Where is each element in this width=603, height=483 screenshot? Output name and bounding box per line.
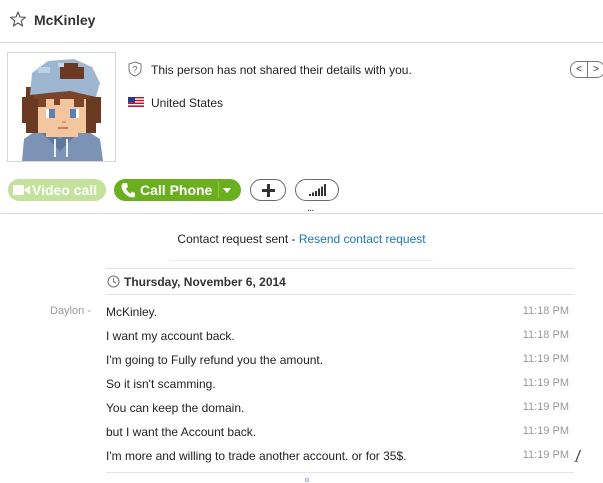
video-call-label: Video call: [32, 182, 98, 198]
message-row[interactable]: McKinley. 11:18 PM: [0, 305, 603, 329]
divider: [0, 213, 603, 214]
message-time: 11:19 PM: [522, 449, 569, 461]
add-participant-button[interactable]: [250, 179, 286, 201]
message-row[interactable]: but I want the Account back. 11:19 PM: [0, 425, 603, 449]
avatar-image: [8, 53, 115, 161]
privacy-notice: This person has not shared their details…: [151, 63, 412, 77]
plus-icon: [262, 184, 275, 197]
message-time: 11:19 PM: [522, 377, 569, 389]
star-icon[interactable]: [10, 11, 26, 27]
resend-contact-request-link[interactable]: Resend contact request: [299, 232, 426, 246]
message-text: I'm going to Fully refund you the amount…: [106, 353, 324, 367]
signal-bars-icon: [309, 184, 326, 196]
message-text: I want my account back.: [106, 329, 235, 343]
clock-icon: [107, 275, 120, 288]
video-call-button[interactable]: Video call: [8, 179, 106, 201]
message-time: 11:19 PM: [522, 425, 569, 437]
call-button-divider: [218, 182, 219, 198]
avatar[interactable]: [7, 52, 116, 162]
country-label: United States: [151, 96, 224, 110]
privacy-shield-icon: ?: [128, 61, 142, 77]
chevron-down-icon[interactable]: [223, 188, 231, 193]
message-time: 11:18 PM: [522, 305, 569, 317]
date-header: Thursday, November 6, 2014: [124, 275, 286, 289]
message-time: 11:19 PM: [522, 353, 569, 365]
phone-icon: [121, 183, 135, 198]
scroll-indicator[interactable]: [305, 478, 309, 482]
message-text: You can keep the domain.: [106, 401, 245, 415]
message-text: but I want the Account back.: [106, 425, 257, 439]
previous-arrow-button[interactable]: <: [571, 62, 588, 77]
call-phone-button[interactable]: Call Phone: [114, 179, 241, 201]
message-time: 11:19 PM: [522, 401, 569, 413]
svg-text:?: ?: [132, 65, 137, 75]
call-quality-button[interactable]: [295, 179, 339, 201]
video-camera-icon: [13, 185, 30, 195]
us-flag-icon: [128, 97, 144, 107]
divider: [106, 472, 574, 473]
message-time: 11:18 PM: [522, 329, 569, 341]
edit-pencil-icon[interactable]: [574, 449, 582, 463]
next-arrow-button[interactable]: >: [588, 62, 603, 77]
message-text: So it isn't scamming.: [106, 377, 216, 391]
divider: [170, 260, 433, 261]
profile-nav: < >: [570, 61, 603, 78]
contact-request-status: Contact request sent - Resend contact re…: [0, 232, 603, 246]
call-phone-label: Call Phone: [140, 182, 213, 198]
contact-name: McKinley: [34, 12, 96, 28]
more-options-button[interactable]: ...: [307, 203, 314, 214]
divider: [106, 294, 574, 295]
message-text: McKinley.: [106, 305, 158, 319]
message-row[interactable]: I'm more and willing to trade another ac…: [0, 449, 603, 473]
contact-request-text: Contact request sent -: [177, 232, 299, 246]
divider: [106, 268, 574, 269]
message-row[interactable]: You can keep the domain. 11:19 PM: [0, 401, 603, 425]
message-row[interactable]: I'm going to Fully refund you the amount…: [0, 353, 603, 377]
message-row[interactable]: So it isn't scamming. 11:19 PM: [0, 377, 603, 401]
message-text: I'm more and willing to trade another ac…: [106, 449, 407, 463]
message-row[interactable]: I want my account back. 11:18 PM: [0, 329, 603, 353]
